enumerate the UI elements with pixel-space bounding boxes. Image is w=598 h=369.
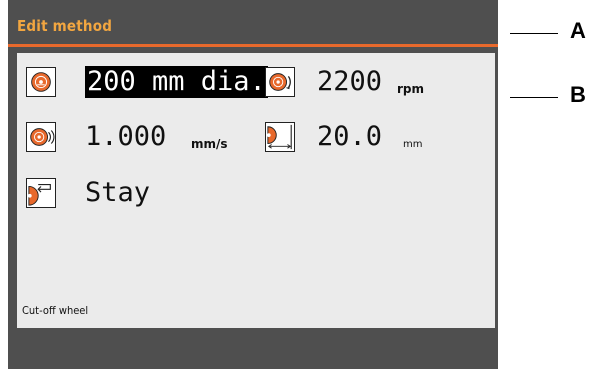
- distance-unit: mm: [403, 139, 423, 150]
- cut-distance-icon[interactable]: [265, 122, 295, 152]
- device-frame: Edit method 200 mm dia. 2200 rpm 1.000 m…: [8, 0, 498, 369]
- callout-label-b: B: [570, 82, 586, 107]
- return-mode-value[interactable]: Stay: [85, 177, 150, 209]
- speed-unit: rpm: [397, 82, 425, 96]
- method-name-label: Cut-off wheel: [22, 304, 89, 317]
- wheel-diameter-icon[interactable]: [26, 67, 56, 97]
- feed-unit: mm/s: [191, 137, 228, 151]
- title-bar: Edit method: [8, 0, 498, 44]
- callout-label-a: A: [570, 18, 586, 43]
- feed-value[interactable]: 1.000: [85, 121, 166, 153]
- method-editor-screen: 200 mm dia. 2200 rpm 1.000 mm/s 20.0 mm …: [17, 53, 495, 328]
- distance-value[interactable]: 20.0: [317, 121, 382, 153]
- wheel-diameter-value[interactable]: 200 mm dia.: [85, 66, 268, 98]
- wheel-rotation-icon[interactable]: [265, 67, 295, 97]
- title-divider: [8, 44, 498, 47]
- wheel-return-icon[interactable]: [26, 178, 56, 208]
- callout-line-a: [510, 33, 558, 34]
- callout-line-b: [510, 97, 558, 98]
- speed-value[interactable]: 2200: [317, 66, 382, 98]
- window-title: Edit method: [17, 17, 113, 35]
- feed-speed-icon[interactable]: [26, 122, 56, 152]
